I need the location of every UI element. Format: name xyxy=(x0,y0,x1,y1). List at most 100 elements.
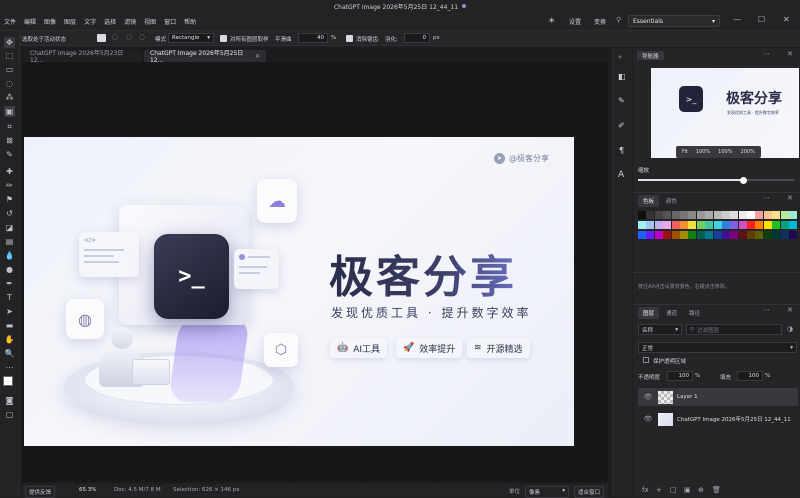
shape-tool-icon[interactable]: ▬ xyxy=(4,320,15,331)
panel-menu-icon[interactable]: ⋯ xyxy=(763,50,770,58)
layer-filter-type[interactable]: 名称 ▾ xyxy=(638,324,682,335)
color-swatch[interactable] xyxy=(721,221,730,229)
close-panel-icon[interactable]: ✕ xyxy=(787,194,793,202)
filter-toggle-icon[interactable]: ◑ xyxy=(787,325,793,333)
layer-row[interactable]: 👁 ChatGPT Image 2026年5月25日 12_44_11 xyxy=(638,410,798,428)
history-brush-icon[interactable]: ↺ xyxy=(4,208,15,219)
pen-tool-icon[interactable]: ✒ xyxy=(4,278,15,289)
color-swatch[interactable] xyxy=(713,231,722,239)
zoom-level[interactable]: 65.3% xyxy=(79,487,96,493)
color-swatch[interactable] xyxy=(747,221,756,229)
more-tools-icon[interactable]: ⋯ xyxy=(4,362,15,373)
brush-panel-icon[interactable]: ✎ xyxy=(618,96,625,105)
quick-select-icon[interactable]: ⁂ xyxy=(4,92,15,103)
character-panel-icon[interactable]: A xyxy=(618,170,624,180)
visibility-eye-icon[interactable]: 👁 xyxy=(642,393,654,401)
color-swatch[interactable] xyxy=(638,231,646,239)
adjustment-icon[interactable]: ⊕ xyxy=(698,486,704,494)
menu-edit[interactable]: 编辑 xyxy=(24,17,36,26)
type-tool-icon[interactable]: T xyxy=(4,292,15,303)
color-swatch[interactable] xyxy=(763,231,772,239)
rect-select-tool-icon[interactable]: ▣ xyxy=(4,106,15,117)
tab-document-1[interactable]: ChatGPT Image 2026年5月23日 12... xyxy=(24,50,142,64)
delete-layer-icon[interactable]: 🗑 xyxy=(712,486,721,494)
color-swatch[interactable] xyxy=(696,211,705,219)
color-swatch[interactable] xyxy=(721,231,730,239)
color-swatch[interactable] xyxy=(730,231,739,239)
menu-window[interactable]: 窗口 xyxy=(164,17,176,26)
panel-menu-icon[interactable]: ⋯ xyxy=(763,194,770,202)
blend-mode-select[interactable]: 正常 ▾ xyxy=(638,342,797,353)
minimize-icon[interactable]: — xyxy=(733,15,741,24)
layer-row[interactable]: 👁 Layer 1 xyxy=(638,388,798,406)
color-swatch[interactable] xyxy=(780,231,789,239)
zoom-slider-handle[interactable] xyxy=(739,177,747,184)
antialias-checkbox[interactable] xyxy=(346,35,353,42)
menu-image[interactable]: 图像 xyxy=(44,17,56,26)
settings-menu[interactable]: 设置 xyxy=(569,17,581,26)
add-selection-icon[interactable]: ◌ xyxy=(112,33,118,41)
marquee-tool-icon[interactable]: ▭ xyxy=(4,64,15,75)
crop-tool-icon[interactable]: ⌗ xyxy=(4,121,15,132)
color-swatch[interactable] xyxy=(755,211,764,219)
menu-type[interactable]: 文字 xyxy=(84,17,96,26)
frame-tool-icon[interactable]: ⊠ xyxy=(4,135,15,146)
color-swatch[interactable] xyxy=(646,231,655,239)
color-swatch[interactable] xyxy=(654,231,663,239)
color-swatch[interactable] xyxy=(663,231,672,239)
lasso-tool-icon[interactable]: ◌ xyxy=(4,78,15,89)
close-panel-icon[interactable]: ✕ xyxy=(787,306,793,314)
color-swatch[interactable] xyxy=(763,221,772,229)
color-swatch[interactable] xyxy=(730,211,739,219)
new-selection-icon[interactable] xyxy=(97,34,106,42)
healing-tool-icon[interactable]: ✚ xyxy=(4,166,15,177)
color-swatch[interactable] xyxy=(730,221,739,229)
path-select-icon[interactable]: ➤ xyxy=(4,306,15,317)
color-swatch[interactable] xyxy=(772,231,781,239)
color-swatch[interactable] xyxy=(738,211,747,219)
color-swatch[interactable] xyxy=(646,221,655,229)
color-swatch[interactable] xyxy=(679,221,688,229)
color-swatch[interactable] xyxy=(679,231,688,239)
color-swatch[interactable] xyxy=(755,221,764,229)
color-swatch[interactable] xyxy=(679,211,688,219)
foreground-color-swatch[interactable] xyxy=(3,376,13,386)
color-swatch[interactable] xyxy=(696,221,705,229)
dodge-tool-icon[interactable]: ● xyxy=(4,264,15,275)
gradient-tool-icon[interactable]: ▤ xyxy=(4,236,15,247)
paragraph-panel-icon[interactable]: ¶ xyxy=(619,146,624,155)
color-swatch[interactable] xyxy=(654,211,663,219)
color-swatch[interactable] xyxy=(789,231,798,239)
zoom-200-button[interactable]: 200% xyxy=(737,149,757,155)
color-swatch[interactable] xyxy=(638,211,646,219)
navigator-preview[interactable]: >_ 极客分享 发现优质工具 · 提升数字效率 Fit 100% 100% 20… xyxy=(651,68,799,158)
smooth-input[interactable]: 40 xyxy=(298,33,328,43)
color-swatch[interactable] xyxy=(772,211,781,219)
brush-settings-icon[interactable]: ✐ xyxy=(618,121,625,130)
menu-filter[interactable]: 滤镜 xyxy=(124,17,136,26)
tab-swatches[interactable]: 色板 xyxy=(638,195,660,207)
opacity-input[interactable]: 100 xyxy=(667,371,693,381)
color-swatch[interactable] xyxy=(763,211,772,219)
color-swatch[interactable] xyxy=(654,221,663,229)
visibility-eye-icon[interactable]: 👁 xyxy=(642,415,654,423)
color-swatch[interactable] xyxy=(688,221,697,229)
close-panel-icon[interactable]: ✕ xyxy=(787,50,793,58)
color-swatch[interactable] xyxy=(789,221,798,229)
subtract-selection-icon[interactable]: ◌ xyxy=(126,33,132,41)
screen-mode-icon[interactable]: ▢ xyxy=(4,409,15,420)
color-swatch[interactable] xyxy=(671,211,680,219)
zoom-100b-button[interactable]: 100% xyxy=(715,149,735,155)
new-layer-icon[interactable]: ▣ xyxy=(684,486,691,494)
hand-tool-icon[interactable]: ✋ xyxy=(4,334,15,345)
navigator-tab[interactable]: 导航器 xyxy=(637,51,664,60)
tab-channels[interactable]: 通道 xyxy=(661,307,682,319)
tab-document-2[interactable]: ChatGPT Image 2026年5月25日 12... ✕ xyxy=(144,50,266,64)
tab-color[interactable]: 颜色 xyxy=(661,195,682,207)
color-swatch[interactable] xyxy=(780,221,789,229)
menu-help[interactable]: 帮助 xyxy=(184,17,196,26)
move-tool-icon[interactable]: ✥ xyxy=(4,37,15,48)
color-swatch[interactable] xyxy=(671,231,680,239)
color-swatch[interactable] xyxy=(696,231,705,239)
sample-all-checkbox[interactable] xyxy=(220,35,227,42)
